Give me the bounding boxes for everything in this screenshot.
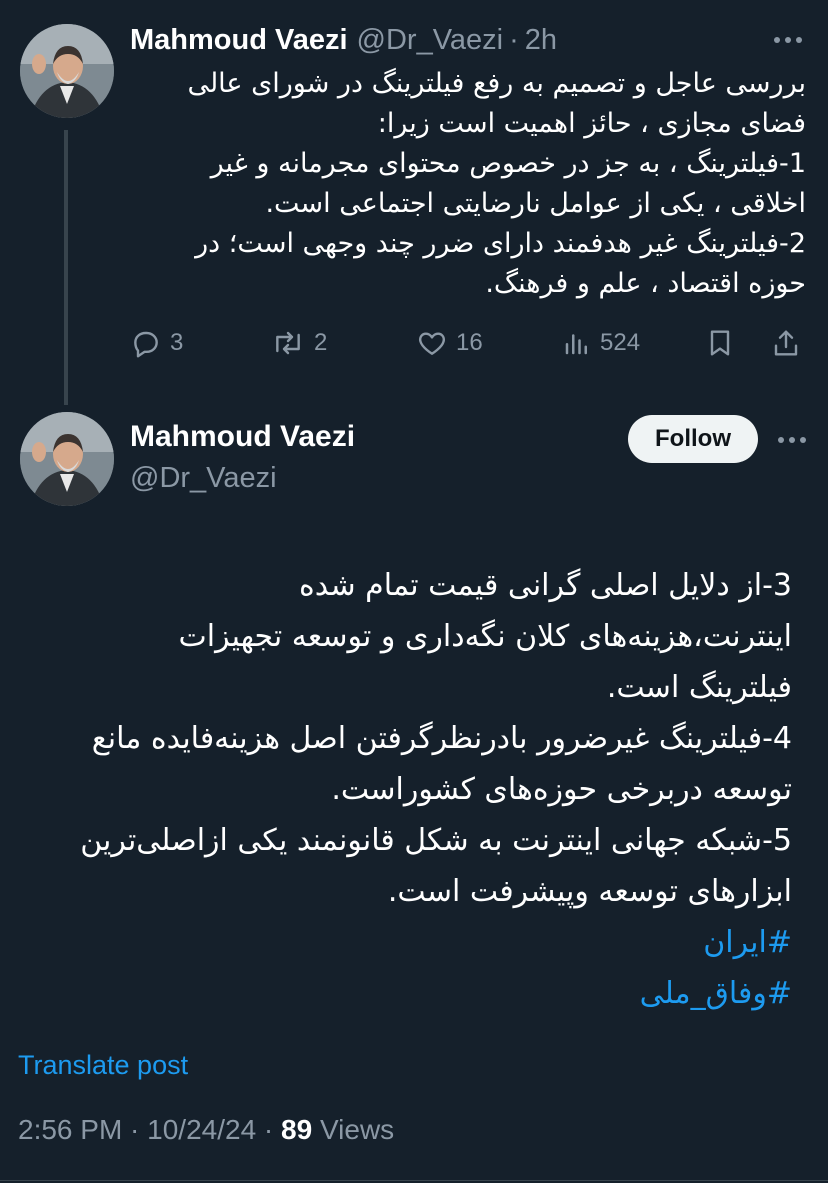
post-meta: 2:56 PM · 10/24/24 · 89 Views bbox=[18, 1114, 394, 1146]
reply-count: 3 bbox=[170, 329, 184, 356]
tweet-line: فضای مجازی ، حائز اهمیت است زیرا: bbox=[377, 108, 806, 139]
tweet-line: 4-فیلترینگ غیرضرور بادرنظرگرفتن اصل هزین… bbox=[91, 721, 792, 756]
tweet-text: بررسی عاجل و تصمیم به رفع فیلترینگ در شو… bbox=[130, 64, 806, 304]
view-count: 89 bbox=[281, 1114, 313, 1145]
tweet-line: 5-شبکه جهانی اینترنت به شکل قانونمند یکی… bbox=[80, 823, 792, 858]
tweet-line: اینترنت،هزینه‌های کلان نگه‌داری و توسعه … bbox=[178, 619, 792, 654]
more-icon[interactable] bbox=[768, 20, 808, 60]
like-count: 16 bbox=[456, 329, 483, 356]
thread-connector-line bbox=[64, 130, 68, 405]
post-time[interactable]: 2h bbox=[525, 24, 557, 57]
tweet-line: 3-از دلایل اصلی گرانی قیمت تمام شده bbox=[299, 568, 792, 603]
reply-icon bbox=[134, 331, 158, 358]
follow-button[interactable]: Follow bbox=[628, 415, 758, 463]
like-button[interactable]: 16 bbox=[416, 320, 483, 366]
hashtag-link[interactable]: #ایران bbox=[20, 917, 792, 968]
hashtag-link[interactable]: #وفاق_ملی bbox=[20, 968, 792, 1019]
views-icon bbox=[565, 334, 587, 355]
share-button[interactable] bbox=[770, 320, 810, 366]
separator-dot: · bbox=[509, 23, 519, 56]
tweet-line: 1-فیلترینگ ، به جز در خصوص محتوای مجرمان… bbox=[210, 148, 806, 179]
author-name[interactable]: Mahmoud Vaezi bbox=[130, 24, 348, 57]
repost-button[interactable]: 2 bbox=[270, 320, 327, 366]
action-bar: 3 2 16 524 bbox=[130, 320, 806, 366]
divider bbox=[0, 1180, 828, 1181]
tweet-header: Mahmoud Vaezi @Dr_Vaezi · 2h bbox=[130, 20, 808, 60]
views-label: Views bbox=[312, 1114, 395, 1145]
views-count: 524 bbox=[600, 329, 641, 356]
share-icon bbox=[774, 330, 798, 356]
repost-count: 2 bbox=[314, 329, 328, 356]
bookmark-button[interactable] bbox=[704, 320, 744, 366]
tweet-line: بررسی عاجل و تصمیم به رفع فیلترینگ در شو… bbox=[187, 68, 806, 99]
views-button[interactable]: 524 bbox=[562, 320, 640, 366]
like-icon bbox=[418, 332, 446, 355]
tweet-thread: Mahmoud Vaezi @Dr_Vaezi · 2h بررسی عاجل … bbox=[0, 0, 828, 1183]
tweet-line: ابزارهای توسعه وپیشرفت است. bbox=[387, 874, 792, 909]
translate-post-link[interactable]: Translate post bbox=[18, 1050, 188, 1081]
avatar[interactable] bbox=[20, 412, 114, 506]
repost-icon bbox=[276, 331, 300, 355]
bookmark-icon bbox=[710, 330, 730, 356]
author-handle[interactable]: @Dr_Vaezi bbox=[357, 24, 504, 57]
tweet-line: فیلترینگ است. bbox=[606, 670, 792, 705]
author-name[interactable]: Mahmoud Vaezi bbox=[130, 420, 355, 454]
avatar[interactable] bbox=[20, 24, 114, 118]
tweet-line: اخلاقی ، یکی از عوامل نارضایتی اجتماعی ا… bbox=[265, 188, 806, 219]
tweet-line: حوزه اقتصاد ، علم و فرهنگ. bbox=[485, 268, 806, 299]
tweet-line: توسعه دربرخی حوزه‌های کشوراست. bbox=[331, 772, 792, 807]
author-handle[interactable]: @Dr_Vaezi bbox=[130, 462, 277, 495]
post-timestamp[interactable]: 2:56 PM · 10/24/24 · bbox=[18, 1114, 281, 1145]
more-icon[interactable] bbox=[772, 420, 812, 460]
tweet-text: 3-از دلایل اصلی گرانی قیمت تمام شده اینت… bbox=[20, 560, 792, 1019]
tweet-line: 2-فیلترینگ غیر هدفمند دارای ضرر چند وجهی… bbox=[195, 228, 806, 259]
reply-button[interactable]: 3 bbox=[130, 320, 183, 366]
